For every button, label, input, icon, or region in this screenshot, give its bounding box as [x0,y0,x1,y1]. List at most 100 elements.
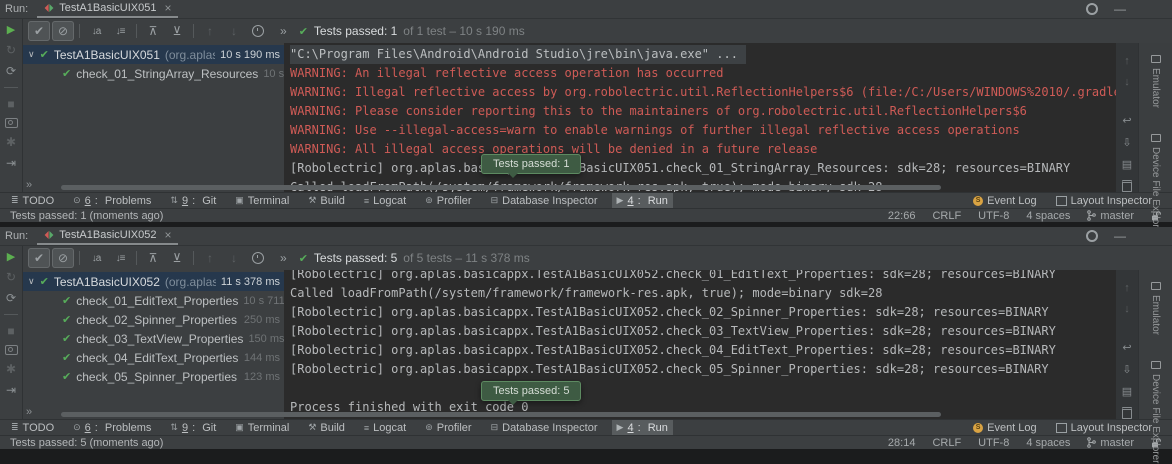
rerun-icon[interactable]: ⟳ [6,64,16,78]
soft-wrap-icon[interactable]: ↩ [1122,341,1131,354]
rerun-failed-tests-icon[interactable]: ↻ [6,43,16,57]
tool-window-button-database-inspector[interactable]: ⊟Database Inspector [486,193,603,208]
minimize-icon[interactable]: — [1114,2,1126,16]
clear-all-icon[interactable] [1122,407,1132,419]
tool-window-button-device-file-explorer[interactable]: Device File Explorer [1150,361,1161,463]
tool-window-button-todo[interactable]: ≣TODO [6,420,59,435]
up-icon[interactable]: ↑ [1124,282,1130,294]
show-ignored-icon[interactable]: ⊘ [52,21,74,41]
line-separator[interactable]: CRLF [932,437,961,449]
console-output[interactable]: "C:\Program Files\Android\Android Studio… [284,43,1116,192]
tool-window-button-git[interactable]: ⇅9: Git [165,193,221,208]
collapse-all-icon[interactable]: ⊻ [166,21,188,41]
expand-all-icon[interactable]: ⊼ [142,21,164,41]
close-icon[interactable]: × [164,228,171,242]
more-icon[interactable]: » [26,406,32,418]
file-encoding[interactable]: UTF-8 [978,437,1009,449]
chevron-down-icon[interactable]: ∨ [28,276,35,287]
previous-occurrence-icon[interactable]: ↑ [199,21,221,41]
down-icon[interactable]: ↓ [1124,76,1130,88]
git-branch-widget[interactable]: master [1087,210,1134,222]
tool-window-button-build[interactable]: ⚒Build [303,193,350,208]
test-tree-root[interactable]: ∨ ✔ TestA1BasicUIX052 (org.aplas.basica … [23,272,284,291]
previous-occurrence-icon[interactable]: ↑ [199,248,221,268]
more-icon[interactable]: » [280,24,287,38]
caret-position[interactable]: 28:14 [888,437,916,449]
up-icon[interactable]: ↑ [1124,55,1130,67]
run-tab[interactable]: TestA1BasicUIX051 × [37,0,178,18]
tool-window-button-emulator[interactable]: Emulator [1150,55,1161,108]
gear-icon[interactable] [1086,230,1098,242]
test-history-icon[interactable] [247,21,269,41]
tool-window-button-terminal[interactable]: ▣Terminal [230,193,294,208]
line-separator[interactable]: CRLF [932,210,961,222]
stop-icon[interactable]: ■ [7,324,14,338]
test-history-icon[interactable] [247,248,269,268]
test-tree-item[interactable]: ✔check_05_Spinner_Properties123 ms [23,367,284,386]
exit-icon[interactable]: ⇥ [6,383,16,397]
file-encoding[interactable]: UTF-8 [978,210,1009,222]
tool-window-button-terminal[interactable]: ▣Terminal [230,420,294,435]
test-tree-item[interactable]: ✔check_03_TextView_Properties150 ms [23,329,284,348]
indent-setting[interactable]: 4 spaces [1026,437,1070,449]
tool-window-button-emulator[interactable]: Emulator [1150,282,1161,335]
show-passed-icon[interactable]: ✔ [28,21,50,41]
rerun-icon[interactable]: ▶ [7,23,15,36]
more-icon[interactable]: » [26,179,32,191]
next-occurrence-icon[interactable]: ↓ [223,248,245,268]
tool-window-button-logcat[interactable]: ≡Logcat [359,420,411,435]
tool-window-button-event-log[interactable]: SEvent Log [968,193,1042,208]
test-tree-root[interactable]: ∨ ✔ TestA1BasicUIX051 (org.aplas.basica … [23,45,284,64]
horizontal-scrollbar[interactable] [61,185,941,190]
rerun-icon[interactable]: ⟳ [6,291,16,305]
tool-window-button-problems[interactable]: ⊙6: Problems [68,420,156,435]
indent-setting[interactable]: 4 spaces [1026,210,1070,222]
tool-window-button-layout-inspector[interactable]: Layout Inspector [1051,420,1157,435]
tool-window-button-run[interactable]: ▶4: Run [612,193,673,208]
gear-icon[interactable] [1086,3,1098,15]
screenshot-icon[interactable] [5,118,18,128]
show-passed-icon[interactable]: ✔ [28,248,50,268]
test-tree-item[interactable]: ✔check_04_EditText_Properties144 ms [23,348,284,367]
show-ignored-icon[interactable]: ⊘ [52,248,74,268]
close-icon[interactable]: × [164,1,171,15]
down-icon[interactable]: ↓ [1124,303,1130,315]
tool-window-button-logcat[interactable]: ≡Logcat [359,193,411,208]
tool-window-button-device-file-explorer[interactable]: Device File Explorer [1150,134,1161,236]
test-tree-item[interactable]: ✔check_01_EditText_Properties10 s 711 ms [23,291,284,310]
rerun-failed-tests-icon[interactable]: ↻ [6,270,16,284]
rerun-icon[interactable]: ▶ [7,250,15,263]
test-tree-item[interactable]: ✔check_01_StringArray_Resources10 s 190 … [23,64,284,83]
tool-window-button-git[interactable]: ⇅9: Git [165,420,221,435]
collapse-all-icon[interactable]: ⊻ [166,248,188,268]
dump-threads-icon[interactable]: ✱ [6,362,16,376]
minimize-icon[interactable]: — [1114,229,1126,243]
soft-wrap-icon[interactable]: ↩ [1122,114,1131,127]
tool-window-button-run[interactable]: ▶4: Run [612,420,673,435]
sort-alphabetically-icon[interactable]: ↓a [85,248,107,268]
tool-window-button-problems[interactable]: ⊙6: Problems [68,193,156,208]
dump-threads-icon[interactable]: ✱ [6,135,16,149]
chevron-down-icon[interactable]: ∨ [28,49,35,60]
console-output[interactable]: [Robolectric] org.aplas.basicappx.TestA1… [284,270,1116,419]
print-icon[interactable]: ▤ [1122,158,1132,171]
tool-window-button-layout-inspector[interactable]: Layout Inspector [1051,193,1157,208]
tool-window-button-profiler[interactable]: ⊚Profiler [420,420,476,435]
clear-all-icon[interactable] [1122,180,1132,192]
sort-alphabetically-icon[interactable]: ↓a [85,21,107,41]
sort-by-duration-icon[interactable]: ↓≡ [109,21,131,41]
tool-window-button-database-inspector[interactable]: ⊟Database Inspector [486,420,603,435]
tool-window-button-build[interactable]: ⚒Build [303,420,350,435]
print-icon[interactable]: ▤ [1122,385,1132,398]
test-tree-item[interactable]: ✔check_02_Spinner_Properties250 ms [23,310,284,329]
git-branch-widget[interactable]: master [1087,437,1134,449]
tool-window-button-todo[interactable]: ≣TODO [6,193,59,208]
screenshot-icon[interactable] [5,345,18,355]
horizontal-scrollbar[interactable] [61,412,941,417]
tool-window-button-event-log[interactable]: SEvent Log [968,420,1042,435]
tool-window-button-profiler[interactable]: ⊚Profiler [420,193,476,208]
exit-icon[interactable]: ⇥ [6,156,16,170]
sort-by-duration-icon[interactable]: ↓≡ [109,248,131,268]
more-icon[interactable]: » [280,251,287,265]
stop-icon[interactable]: ■ [7,97,14,111]
